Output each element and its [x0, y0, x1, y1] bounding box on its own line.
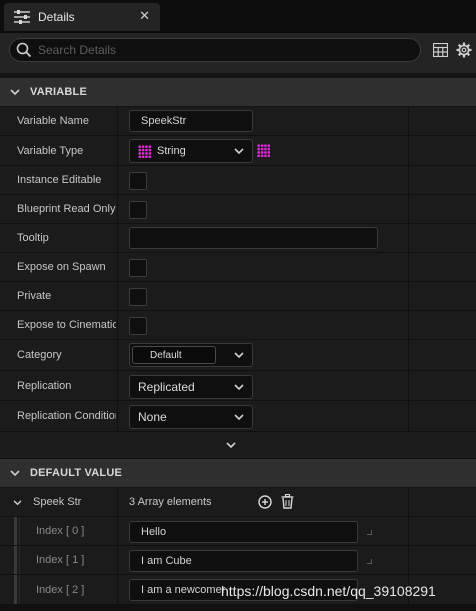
property-label: Private [17, 290, 52, 302]
array-label: Speek Str [33, 496, 82, 508]
table-view-icon[interactable] [433, 43, 448, 57]
replication-condition-value: None [138, 410, 167, 424]
array-element-row: Index [ 1 ] I am Cube [0, 546, 476, 575]
search-icon [16, 42, 32, 58]
chevron-down-icon[interactable] [234, 352, 244, 359]
replication-condition-dropdown[interactable]: None [129, 405, 253, 429]
section-title: DEFAULT VALUE [30, 467, 123, 479]
property-label: Expose to Cinematics [17, 319, 116, 331]
element-options-marker[interactable] [367, 530, 372, 535]
expose-on-spawn-checkbox[interactable] [129, 259, 147, 277]
replication-value: Replicated [138, 380, 195, 394]
section-title: VARIABLE [30, 86, 88, 98]
chevron-down-icon [234, 384, 244, 391]
row-replication-condition: Replication Condition None [0, 401, 476, 432]
expose-to-cinematics-checkbox[interactable] [129, 317, 147, 335]
tab-bar: Details ✕ [0, 0, 476, 33]
variable-type-dropdown[interactable]: String [129, 139, 253, 163]
trash-icon[interactable] [281, 494, 294, 509]
row-expose-on-spawn: Expose on Spawn [0, 253, 476, 282]
tab-title: Details [38, 10, 75, 24]
tab-details[interactable]: Details ✕ [4, 3, 160, 31]
chevron-down-icon [234, 414, 244, 421]
row-instance-editable: Instance Editable [0, 166, 476, 195]
array-index-label: Index [ 0 ] [36, 525, 85, 537]
close-icon[interactable]: ✕ [139, 9, 150, 23]
details-toolbar [0, 33, 476, 73]
property-label: Replication Condition [17, 410, 116, 422]
row-variable-type: Variable Type String [0, 136, 476, 166]
chevron-down-icon [10, 469, 20, 476]
array-element-field[interactable]: Hello [129, 521, 358, 543]
watermark: https://blog.csdn.net/qq_39108291 [221, 583, 436, 599]
row-variable-name: Variable Name SpeekStr [0, 107, 476, 136]
chevron-down-icon [10, 88, 20, 95]
element-options-marker[interactable] [367, 559, 372, 564]
row-replication: Replication Replicated [0, 371, 476, 401]
array-index-label: Index [ 1 ] [36, 554, 85, 566]
panel-bottom-edge [0, 605, 476, 611]
array-count: 3 Array elements [129, 496, 212, 508]
chevron-down-icon [226, 442, 236, 449]
private-checkbox[interactable] [129, 288, 147, 306]
details-sliders-icon [14, 10, 30, 24]
property-label: Variable Type [17, 144, 84, 157]
section-default-value[interactable]: DEFAULT VALUE [0, 459, 476, 487]
property-label: Variable Name [17, 115, 89, 127]
category-combobox[interactable]: Default [129, 343, 253, 367]
replication-dropdown[interactable]: Replicated [129, 375, 253, 399]
array-element-row: Index [ 0 ] Hello [0, 517, 476, 546]
search-input[interactable] [38, 43, 398, 57]
property-label: Category [17, 349, 62, 361]
string-type-icon [138, 144, 151, 158]
gear-icon[interactable] [456, 42, 472, 58]
add-element-icon[interactable] [258, 495, 272, 509]
variable-type-value: String [157, 145, 186, 157]
search-box[interactable] [9, 38, 421, 62]
variable-name-field[interactable]: SpeekStr [129, 110, 253, 132]
property-label: Instance Editable [17, 174, 102, 186]
row-blueprint-read-only: Blueprint Read Only [0, 195, 476, 224]
row-private: Private [0, 282, 476, 311]
row-array-header: Speek Str 3 Array elements [0, 488, 476, 517]
row-category: Category Default [0, 340, 476, 371]
advanced-expander[interactable] [0, 432, 476, 459]
array-element-field[interactable]: I am Cube [129, 550, 358, 572]
row-tooltip: Tooltip [0, 224, 476, 253]
instance-editable-checkbox[interactable] [129, 172, 147, 190]
category-input[interactable]: Default [132, 346, 216, 364]
section-variable[interactable]: VARIABLE [0, 78, 476, 106]
container-type-icon[interactable] [257, 144, 270, 157]
chevron-down-icon [234, 148, 244, 155]
row-expose-to-cinematics: Expose to Cinematics [0, 311, 476, 340]
property-label: Tooltip [17, 232, 49, 244]
property-label: Expose on Spawn [17, 261, 106, 273]
property-label: Blueprint Read Only [17, 203, 116, 215]
blueprint-read-only-checkbox[interactable] [129, 201, 147, 219]
array-index-label: Index [ 2 ] [36, 583, 85, 596]
tooltip-field[interactable] [129, 227, 378, 249]
property-label: Replication [17, 379, 72, 392]
